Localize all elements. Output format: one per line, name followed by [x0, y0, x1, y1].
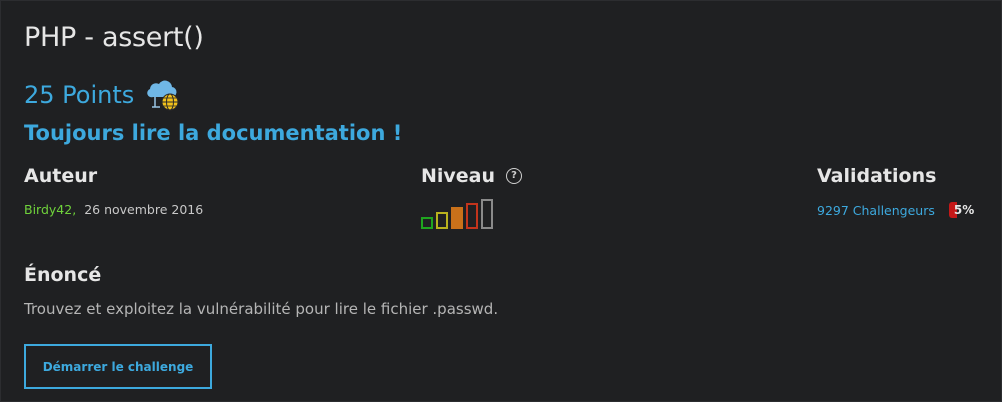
level-heading: Niveau	[421, 165, 496, 187]
difficulty-bar-1	[421, 217, 433, 229]
challenge-points: 25 Points	[24, 81, 135, 109]
web-server-globe-icon	[146, 77, 182, 113]
author-date: 26 novembre 2016	[84, 202, 204, 217]
validations-heading: Validations	[817, 165, 937, 187]
author-heading: Auteur	[24, 165, 98, 187]
points-row: 25 Points	[24, 77, 182, 113]
validations-info: 9297 Challengeurs 5%	[817, 202, 974, 218]
difficulty-bar-4	[466, 203, 478, 229]
question-circle-icon[interactable]: ?	[506, 168, 523, 184]
validations-count-link[interactable]: 9297 Challengeurs	[817, 203, 935, 218]
difficulty-bar-3	[451, 207, 463, 229]
author-info: Birdy42 , 26 novembre 2016	[24, 202, 203, 217]
author-link[interactable]: Birdy42	[24, 202, 72, 217]
difficulty-bars	[421, 199, 493, 229]
challenge-title: PHP - assert()	[24, 22, 204, 53]
challenge-panel: PHP - assert() 25 Points Toujours lire l…	[0, 0, 1002, 402]
start-challenge-button[interactable]: Démarrer le challenge	[24, 344, 212, 389]
validation-percent-badge: 5%	[948, 202, 975, 218]
difficulty-bar-2	[436, 212, 448, 229]
level-heading-row: Niveau ?	[421, 165, 523, 187]
statement-text: Trouvez et exploitez la vulnérabilité po…	[24, 300, 499, 318]
challenge-subtitle: Toujours lire la documentation !	[24, 121, 403, 145]
author-separator: ,	[72, 202, 77, 217]
difficulty-bar-5	[481, 199, 493, 229]
validation-percent: 5%	[953, 203, 975, 217]
statement-heading: Énoncé	[24, 264, 102, 286]
